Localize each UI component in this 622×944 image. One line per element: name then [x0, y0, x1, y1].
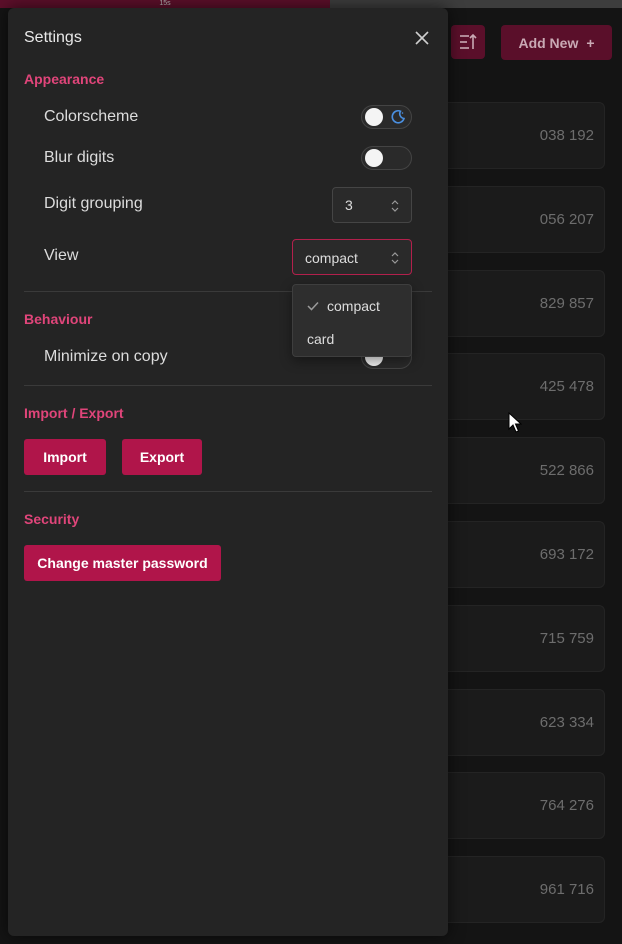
import-export-section-title: Import / Export: [24, 405, 124, 421]
blur-digits-label: Blur digits: [44, 149, 115, 166]
blur-digits-toggle[interactable]: [361, 146, 412, 170]
code-value: 693 172: [539, 546, 594, 563]
digit-grouping-label: Digit grouping: [44, 195, 143, 212]
code-value: 425 478: [539, 378, 594, 395]
add-new-button[interactable]: Add New +: [501, 25, 612, 60]
code-card[interactable]: 764 276: [430, 772, 605, 839]
code-card[interactable]: 623 334: [430, 689, 605, 756]
plus-icon: +: [586, 34, 595, 51]
code-value: 056 207: [539, 211, 594, 228]
add-new-label: Add New: [518, 34, 579, 51]
change-master-password-button[interactable]: Change master password: [24, 545, 221, 581]
code-value: 715 759: [539, 630, 594, 647]
behaviour-section-title: Behaviour: [24, 311, 93, 327]
sort-icon: [460, 33, 477, 49]
close-button[interactable]: [412, 28, 432, 48]
colorscheme-label: Colorscheme: [44, 108, 139, 125]
minimize-on-copy-label: Minimize on copy: [44, 348, 168, 365]
code-value: 829 857: [539, 295, 594, 312]
code-card[interactable]: 715 759: [430, 605, 605, 672]
code-value: 961 716: [539, 881, 594, 898]
toggle-knob: [365, 108, 383, 126]
colorscheme-toggle[interactable]: [361, 105, 412, 129]
view-option-label: card: [307, 331, 335, 347]
code-value: 038 192: [539, 127, 594, 144]
code-card[interactable]: 829 857: [430, 270, 605, 337]
timer-label: 15s: [159, 0, 171, 7]
code-value: 764 276: [539, 797, 594, 814]
timer-bar: 15s: [0, 0, 622, 8]
code-value: 623 334: [539, 714, 594, 731]
close-icon: [415, 31, 429, 45]
panel-title: Settings: [24, 29, 82, 46]
digit-grouping-value: 3: [345, 197, 353, 213]
check-icon: [293, 301, 327, 311]
code-card[interactable]: 961 716: [430, 856, 605, 923]
code-card[interactable]: 056 207: [430, 186, 605, 253]
moon-icon: [391, 109, 406, 124]
code-value: 522 866: [539, 462, 594, 479]
toggle-knob: [365, 149, 383, 167]
appearance-section-title: Appearance: [24, 71, 105, 87]
updown-icon: [391, 200, 399, 212]
code-card[interactable]: 693 172: [430, 521, 605, 588]
app-root: 15s Add New + 038 192 056 207 829 857 42…: [0, 0, 622, 944]
divider: [24, 491, 432, 492]
security-section-title: Security: [24, 511, 80, 527]
code-card[interactable]: 038 192: [430, 102, 605, 169]
view-select-value: compact: [305, 250, 358, 266]
view-option-card[interactable]: card: [293, 324, 411, 354]
view-label: View: [44, 247, 79, 264]
view-select[interactable]: compact: [292, 239, 412, 275]
code-card[interactable]: 425 478: [430, 353, 605, 420]
view-option-compact[interactable]: compact: [293, 291, 411, 321]
mouse-cursor-icon: [508, 412, 522, 433]
sort-button[interactable]: [451, 25, 485, 59]
view-dropdown: compact card: [292, 284, 412, 357]
updown-icon: [391, 252, 399, 264]
digit-grouping-stepper[interactable]: 3: [332, 187, 412, 223]
divider: [24, 385, 432, 386]
settings-panel: Settings Appearance Colorscheme Blur dig…: [8, 8, 448, 936]
code-card[interactable]: 522 866: [430, 437, 605, 504]
import-button[interactable]: Import: [24, 439, 106, 475]
export-button[interactable]: Export: [122, 439, 202, 475]
view-option-label: compact: [327, 298, 380, 314]
